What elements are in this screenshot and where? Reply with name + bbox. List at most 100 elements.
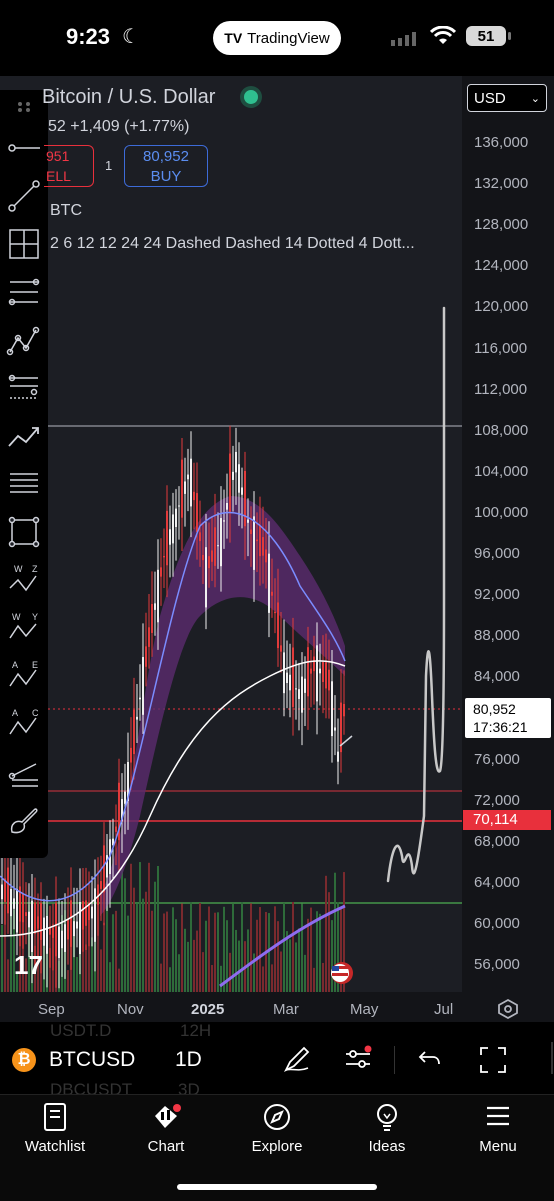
volume-bar [172, 907, 174, 992]
candle-body [13, 898, 15, 909]
candle-body [211, 550, 213, 562]
volume-bar [130, 863, 132, 992]
price-tick: 92,000 [474, 586, 520, 603]
volume-bar [112, 914, 114, 992]
volume-legend[interactable]: BTC [50, 202, 82, 220]
sell-button[interactable]: 951 ELL [44, 145, 94, 187]
volume-bar [325, 875, 327, 992]
candle-body [199, 532, 201, 542]
candle-body [76, 921, 78, 929]
rectangle-icon[interactable] [6, 514, 42, 550]
price-tick: 60,000 [474, 915, 520, 932]
price-tick: 100,000 [474, 504, 529, 521]
currency-select[interactable]: USD ⌄ [467, 84, 547, 112]
time-tick: May [350, 1001, 379, 1018]
xabcd-pattern-icon[interactable] [6, 322, 42, 358]
candle-body [187, 474, 189, 480]
volume-bar [295, 942, 297, 992]
volume-bar [301, 903, 303, 992]
fib-extension-icon[interactable] [6, 370, 42, 406]
price-tick: 116,000 [474, 340, 528, 357]
candle-body [175, 508, 177, 527]
book-icon [44, 1103, 66, 1131]
volume-bar [163, 913, 165, 992]
elliott-wave-icon[interactable]: WZ [6, 562, 42, 598]
volume-bar [271, 964, 273, 992]
candle-body [100, 881, 102, 889]
candle-body [214, 527, 216, 566]
svg-text:Y: Y [32, 612, 38, 622]
symbol-title[interactable]: Bitcoin / U.S. Dollar [42, 86, 215, 109]
symbol-selector[interactable]: BTCUSD [49, 1048, 135, 1072]
candle-body [70, 900, 72, 947]
candle-body [73, 921, 75, 937]
price-tick: 84,000 [474, 668, 520, 685]
horizontal-ray-icon[interactable] [6, 130, 42, 166]
time-tick: Jul [434, 1001, 454, 1018]
svg-text:A: A [12, 708, 18, 718]
auto-scale-icon[interactable] [497, 998, 519, 1020]
candle-body [334, 727, 336, 731]
interval-selector[interactable]: 1D [175, 1048, 202, 1072]
active-app-pill[interactable]: TV TradingView [213, 21, 341, 55]
indicator-legend[interactable]: 2 6 12 12 24 24 Dashed Dashed 14 Dotted … [50, 235, 415, 253]
price-tick: 56,000 [474, 956, 520, 973]
undo-icon[interactable] [417, 1046, 443, 1072]
candle-body [262, 537, 264, 556]
candle-body [136, 716, 138, 720]
candle-body [91, 906, 93, 919]
price-axis[interactable] [462, 76, 554, 992]
indicators-settings-icon[interactable] [343, 1044, 373, 1074]
brush-icon[interactable] [6, 802, 42, 838]
impulse-wave-icon[interactable]: AE [6, 658, 42, 694]
correction-wave-icon[interactable]: AC [6, 706, 42, 742]
price-tick: 132,000 [474, 175, 529, 192]
tab-label: Explore [251, 1138, 303, 1155]
volume-bar [145, 891, 147, 992]
volume-bar [76, 957, 78, 992]
buy-button[interactable]: 80,952 BUY [124, 145, 208, 187]
price-tick: 136,000 [474, 134, 529, 151]
volume-bar [274, 906, 276, 992]
volume-bar [220, 965, 222, 992]
volume-bar [223, 906, 225, 992]
fullscreen-icon[interactable] [479, 1046, 507, 1074]
svg-text:Z: Z [32, 564, 38, 574]
buy-label: BUY [150, 168, 182, 185]
volume-bar [142, 898, 144, 992]
sell-price: 951 [46, 148, 70, 164]
tradingview-watermark-icon: 17 [14, 950, 43, 980]
volume-bar [277, 921, 279, 992]
volume-bar [322, 962, 324, 992]
drawing-pen-icon[interactable] [282, 1044, 312, 1074]
candle-body [157, 569, 159, 623]
trend-line-icon[interactable] [6, 178, 42, 214]
pitchfork-icon[interactable] [6, 754, 42, 790]
crosshair-box-icon[interactable] [6, 226, 42, 262]
price-change: 52 +1,409 (+1.77%) [48, 118, 190, 135]
volume-bar [187, 941, 189, 992]
buy-price: 80,952 [143, 148, 189, 165]
volume-bar [328, 892, 330, 992]
candle-body [55, 902, 57, 957]
candle-body [82, 901, 84, 930]
divider [394, 1046, 395, 1074]
abc-wave-icon[interactable]: WY [6, 610, 42, 646]
fib-retracement-icon[interactable] [6, 274, 42, 310]
more-edge-icon[interactable] [538, 1040, 554, 1076]
drag-handle-icon[interactable] [6, 96, 42, 132]
volume-bar [151, 910, 153, 992]
candle-body [10, 889, 12, 917]
focus-moon-icon: ☾ [122, 26, 140, 48]
price-tick: 64,000 [474, 874, 520, 891]
candle-body [235, 451, 237, 473]
path-icon[interactable] [6, 418, 42, 454]
candle-body [325, 662, 327, 689]
volume-bar [106, 905, 108, 992]
bulb-icon [377, 1104, 397, 1131]
candle-body [40, 903, 42, 940]
volume-bar [166, 911, 168, 992]
parallel-lines-icon[interactable] [6, 466, 42, 502]
candle-body [208, 556, 210, 569]
candle-body [67, 919, 69, 940]
